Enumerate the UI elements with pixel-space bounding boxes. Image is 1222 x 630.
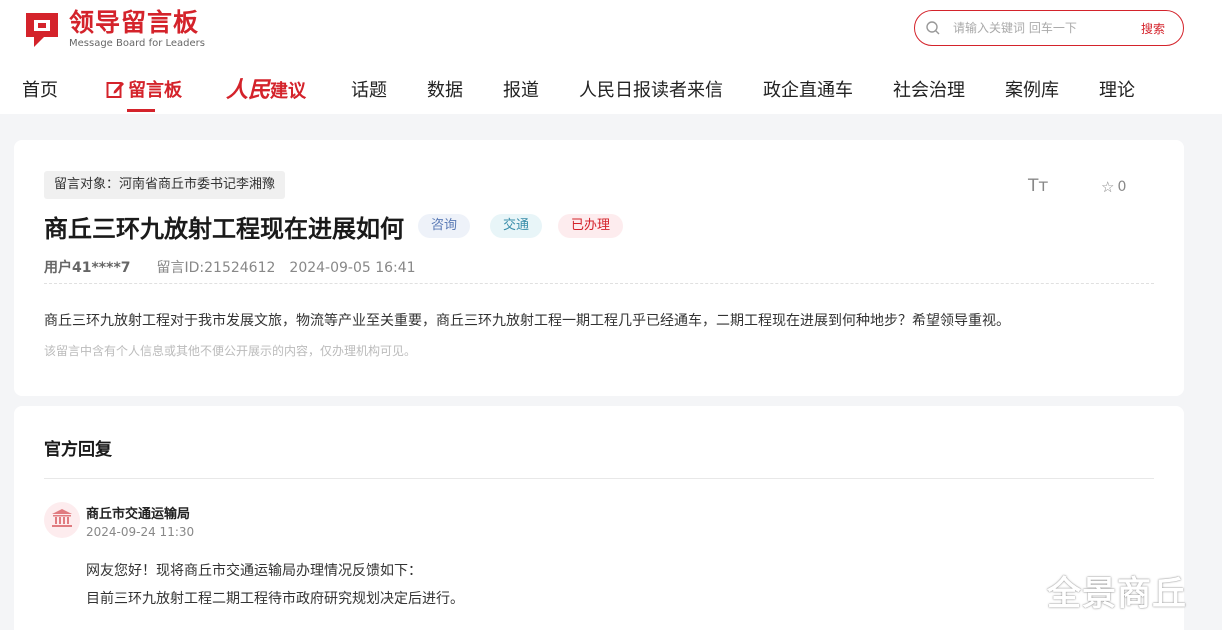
reply-time: 2024-09-24 11:30 — [86, 525, 195, 539]
status-badge: 已办理 — [558, 214, 624, 238]
watermark: 全景商丘 — [1047, 574, 1187, 614]
pen-icon — [106, 80, 125, 104]
message-meta: 用户41****7 留言ID:21524612 2024-09-05 16:41 — [44, 257, 416, 277]
nav-governance[interactable]: 社会治理 — [893, 76, 965, 102]
main-nav: 首页 留言板 人民建议 话题 数据 报道 人民日报读者来信 政企直通车 社会治理… — [0, 66, 1222, 114]
logo-title: 领导留言板 — [69, 8, 200, 37]
nav-renmin-jianyi[interactable]: 人民建议 — [226, 72, 306, 104]
search-input[interactable] — [953, 21, 1133, 35]
category-badge-traffic: 交通 — [490, 214, 543, 238]
nav-home[interactable]: 首页 — [22, 76, 58, 102]
message-card: 留言对象：河南省商丘市委书记李湘豫 Tт ☆ 0 商丘三环九放射工程现在进展如何… — [14, 140, 1184, 396]
site-logo[interactable]: 领导留言板 Message Board for Leaders — [22, 9, 205, 50]
reply-org-name: 商丘市交通运输局 — [86, 507, 191, 522]
nav-reports[interactable]: 报道 — [503, 76, 539, 102]
reply-section-title: 官方回复 — [44, 440, 112, 460]
reply-text-line: 目前三环九放射工程二期工程待市政府研究规划决定后进行。 — [86, 591, 464, 607]
nav-gov-enterprise[interactable]: 政企直通车 — [763, 76, 853, 102]
official-reply-card: 官方回复 商丘市交通运输局 2024-09-24 11:30 网友您好！现将商丘… — [14, 406, 1184, 630]
favorite-button[interactable]: ☆ 0 — [1101, 178, 1126, 196]
org-avatar — [44, 502, 80, 538]
reply-text-line: 网友您好！现将商丘市交通运输局办理情况反馈如下： — [86, 563, 422, 579]
search-box: 搜索 — [914, 10, 1184, 46]
nav-active-underline — [127, 109, 155, 112]
star-icon: ☆ — [1101, 178, 1115, 196]
divider — [44, 478, 1154, 479]
header: 领导留言板 Message Board for Leaders 搜索 首页 留言… — [0, 0, 1222, 114]
nav-message-board-label: 留言板 — [128, 80, 182, 101]
search-icon — [925, 20, 941, 36]
divider — [44, 283, 1154, 284]
message-datetime: 2024-09-05 16:41 — [289, 260, 416, 276]
nav-reader-letters[interactable]: 人民日报读者来信 — [579, 76, 723, 102]
nav-message-board[interactable]: 留言板 — [106, 76, 182, 104]
logo-mark-icon — [22, 11, 62, 49]
category-badge-consult: 咨询 — [418, 214, 471, 238]
message-title: 商丘三环九放射工程现在进展如何 — [44, 215, 404, 243]
renmin-tail-text: 建议 — [270, 81, 307, 102]
renmin-logo-text: 人民 — [226, 77, 271, 103]
message-id: 留言ID:21524612 — [156, 260, 276, 276]
message-content: 商丘三环九放射工程对于我市发展文旅，物流等产业至关重要，商丘三环九放射工程一期工… — [44, 313, 1010, 329]
favorite-count: 0 — [1117, 179, 1127, 195]
nav-data[interactable]: 数据 — [427, 76, 463, 102]
search-button[interactable]: 搜索 — [1141, 20, 1165, 37]
font-size-button[interactable]: Tт — [1028, 176, 1048, 196]
nav-cases[interactable]: 案例库 — [1005, 76, 1059, 102]
logo-subtitle: Message Board for Leaders — [69, 38, 206, 49]
nav-theory[interactable]: 理论 — [1099, 76, 1135, 102]
nav-topics[interactable]: 话题 — [351, 76, 387, 102]
privacy-notice: 该留言中含有个人信息或其他不便公开展示的内容，仅办理机构可见。 — [44, 344, 417, 358]
message-user: 用户41****7 — [44, 260, 131, 276]
message-target: 留言对象：河南省商丘市委书记李湘豫 — [44, 171, 286, 199]
government-building-icon — [51, 508, 73, 532]
